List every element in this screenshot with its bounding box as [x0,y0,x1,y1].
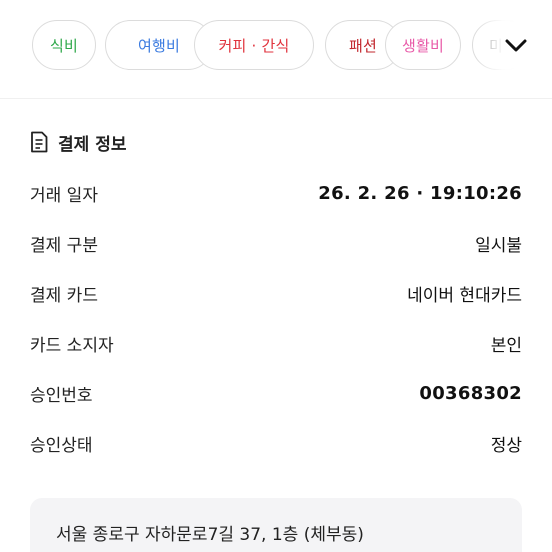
payment-info-list: 거래 일자 26. 2. 26 · 19:10:26 결제 구분 일시불 결제 … [30,168,522,468]
merchant-address-card[interactable]: 서울 종로구 자하문로7길 37, 1층 (체부동) [30,498,522,552]
info-value: 26. 2. 26 · 19:10:26 [318,182,522,204]
info-row-transaction-date: 거래 일자 26. 2. 26 · 19:10:26 [30,168,522,218]
info-value: 네이버 현대카드 [407,285,522,306]
category-chip-label: 패션 [348,36,377,55]
payment-detail-screen: 식비 여행비 커피 · 간식 패션 생활비 미 [0,0,552,552]
info-label: 카드 소지자 [30,335,114,356]
merchant-address: 서울 종로구 자하문로7길 37, 1층 (체부동) [56,525,364,545]
info-row-approval-status: 승인상태 정상 [30,418,522,468]
info-value: 본인 [490,335,522,356]
info-value: 00368302 [419,382,522,404]
info-label: 승인번호 [30,385,93,406]
category-chip-label: 여행비 [137,36,180,55]
expand-categories-button[interactable] [502,32,530,60]
info-label: 결제 카드 [30,285,98,306]
category-chip-label: 커피 · 간식 [218,36,290,55]
payment-info-header: 결제 정보 [30,128,126,156]
section-title: 결제 정보 [58,134,127,155]
info-label: 승인상태 [30,435,93,456]
chevron-down-icon [505,39,527,52]
info-label: 결제 구분 [30,235,98,256]
receipt-icon [31,131,48,153]
category-chip-label: 생활비 [401,36,444,55]
info-value: 정상 [490,435,522,456]
category-chip-living[interactable]: 생활비 [385,20,461,70]
info-row-card: 결제 카드 네이버 현대카드 [30,268,522,318]
info-row-approval-number: 승인번호 00368302 [30,368,522,418]
info-row-payment-type: 결제 구분 일시불 [30,218,522,268]
category-chip-coffee-snack[interactable]: 커피 · 간식 [194,20,314,70]
info-value: 일시불 [475,235,522,256]
section-divider [0,98,552,99]
category-chip-food[interactable]: 식비 [32,20,96,70]
info-label: 거래 일자 [30,185,98,206]
category-chip-row: 식비 여행비 커피 · 간식 패션 생활비 미 [0,20,552,72]
category-chip-label: 식비 [49,36,78,55]
info-row-card-holder: 카드 소지자 본인 [30,318,522,368]
